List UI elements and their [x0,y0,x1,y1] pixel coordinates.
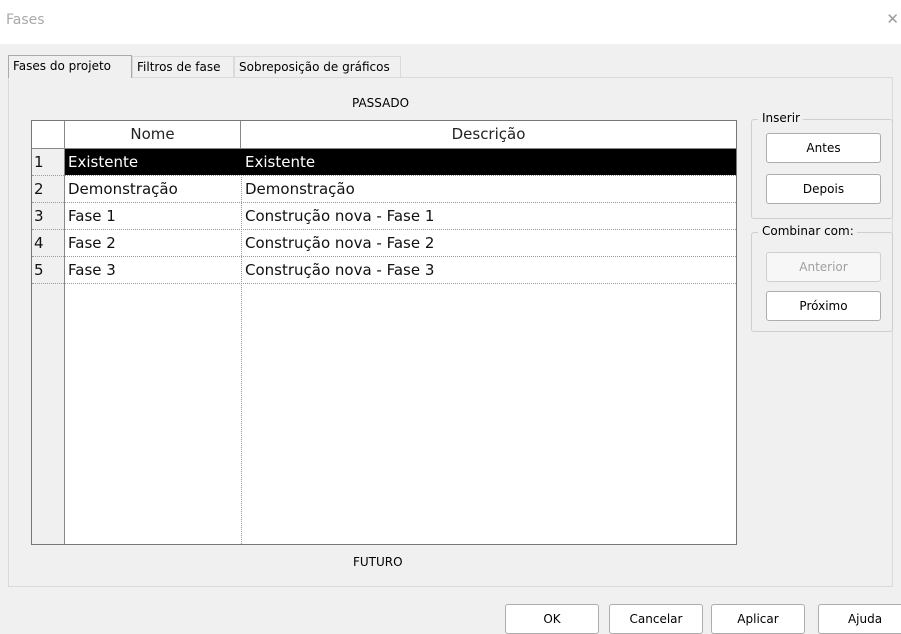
table-row[interactable]: 3 Fase 1 Construção nova - Fase 1 [32,203,736,230]
phase-name-cell[interactable]: Existente [65,149,241,175]
phase-name-cell[interactable]: Demonstração [65,176,241,202]
row-number[interactable]: 5 [32,257,65,283]
insert-before-button[interactable]: Antes [766,133,881,163]
row-number[interactable]: 2 [32,176,65,202]
insert-after-button[interactable]: Depois [766,174,881,204]
row-number[interactable]: 1 [32,149,65,175]
combine-group-title: Combinar com: [758,224,857,238]
phase-description-cell[interactable]: Construção nova - Fase 2 [241,230,736,256]
phase-description-cell[interactable]: Construção nova - Fase 3 [241,257,736,283]
header-nome[interactable]: Nome [65,121,241,148]
table-row[interactable]: 4 Fase 2 Construção nova - Fase 2 [32,230,736,257]
cancel-button[interactable]: Cancelar [609,604,703,634]
header-corner [32,121,65,148]
phase-description-cell[interactable]: Demonstração [241,176,736,202]
table-header: Nome Descrição [32,121,736,149]
phases-table: Nome Descrição 1 Existente Existente 2 D… [31,120,737,545]
header-descricao[interactable]: Descrição [241,121,736,148]
combine-previous-button[interactable]: Anterior [766,252,881,282]
phase-name-cell[interactable]: Fase 3 [65,257,241,283]
table-row[interactable]: 1 Existente Existente [32,149,736,176]
help-button[interactable]: Ajuda [818,604,901,634]
tab-fases-do-projeto[interactable]: Fases do projeto [8,55,132,78]
close-icon[interactable]: ✕ [886,10,899,28]
apply-button[interactable]: Aplicar [711,604,805,634]
phase-name-cell[interactable]: Fase 1 [65,203,241,229]
phase-name-cell[interactable]: Fase 2 [65,230,241,256]
combine-next-button[interactable]: Próximo [766,291,881,321]
insert-group-title: Inserir [758,111,803,125]
window-title: Fases [6,12,45,28]
phase-description-cell[interactable]: Existente [241,149,736,175]
tab-sobreposicao-de-graficos[interactable]: Sobreposição de gráficos [234,56,401,77]
ok-button[interactable]: OK [505,604,599,634]
row-number[interactable]: 3 [32,203,65,229]
future-label: FUTURO [353,555,403,569]
tab-filtros-de-fase[interactable]: Filtros de fase [132,56,234,77]
phase-description-cell[interactable]: Construção nova - Fase 1 [241,203,736,229]
table-row[interactable]: 2 Demonstração Demonstração [32,176,736,203]
title-bar: Fases ✕ [0,0,901,44]
table-row[interactable]: 5 Fase 3 Construção nova - Fase 3 [32,257,736,284]
row-number[interactable]: 4 [32,230,65,256]
past-label: PASSADO [352,96,410,110]
